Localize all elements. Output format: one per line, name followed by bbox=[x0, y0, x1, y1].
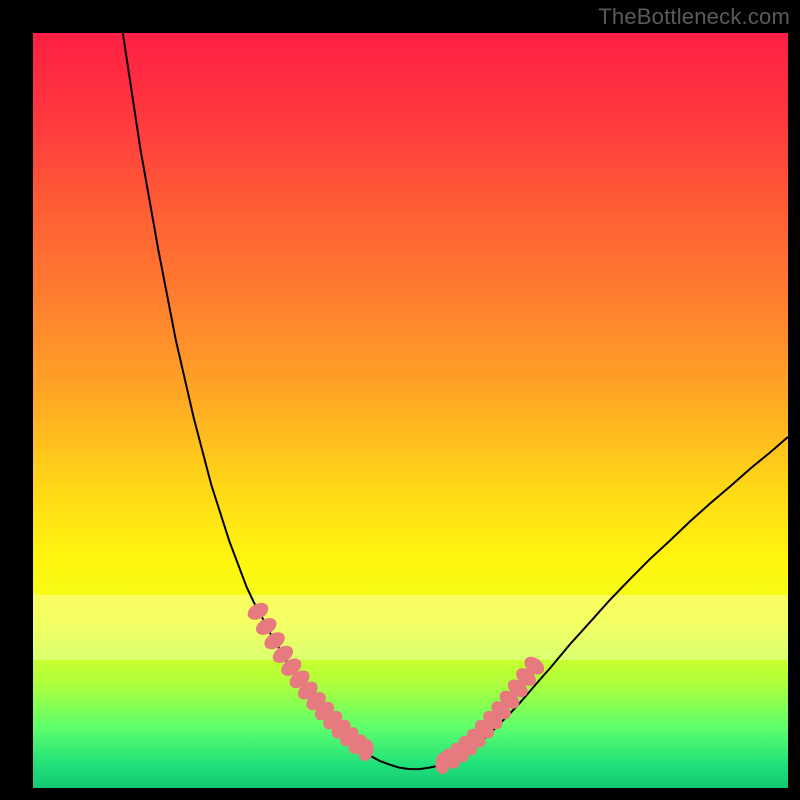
dot-group bbox=[245, 599, 548, 774]
chart-frame: TheBottleneck.com bbox=[0, 0, 800, 800]
source-credit: TheBottleneck.com bbox=[598, 4, 790, 30]
bottleneck-curve bbox=[123, 33, 788, 769]
chart-svg bbox=[33, 33, 788, 788]
plot-area bbox=[33, 33, 788, 788]
